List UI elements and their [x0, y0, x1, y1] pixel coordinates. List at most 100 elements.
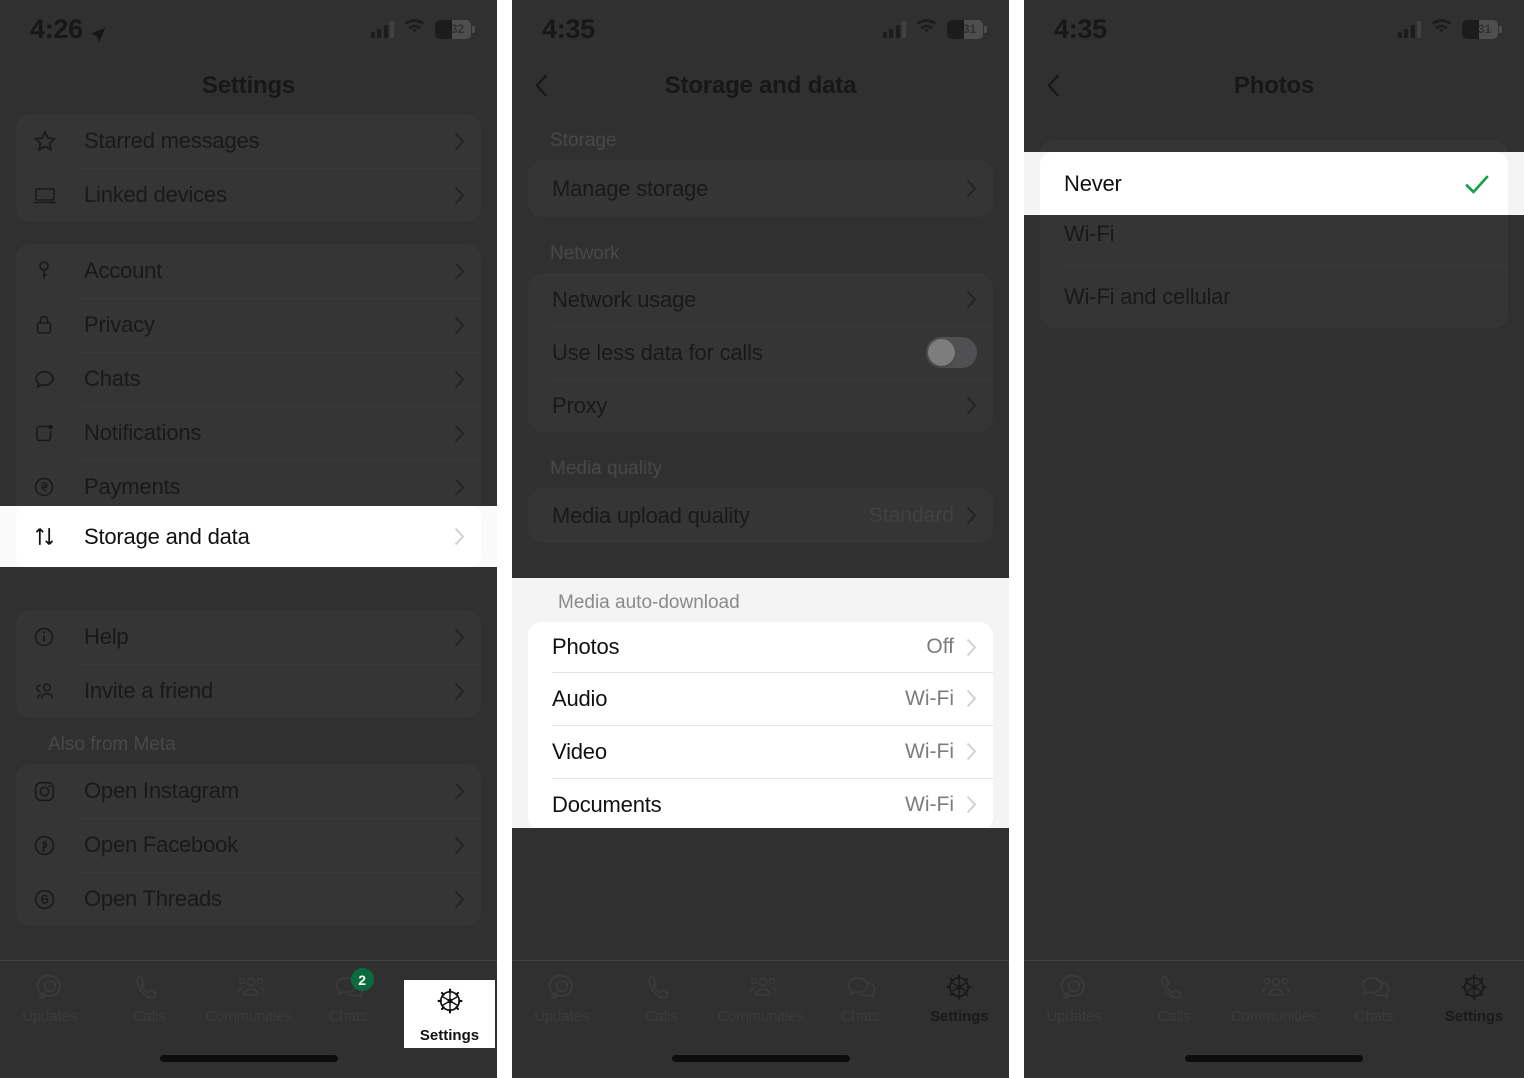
row-proxy[interactable]: Proxy: [528, 379, 993, 432]
highlight-media-auto-download: Media auto-download Photos Off Audio Wi-…: [512, 578, 1009, 828]
tab-settings[interactable]: Settings: [910, 971, 1009, 1025]
sidebar-item-help[interactable]: Help: [16, 610, 481, 664]
chats-icon: [843, 971, 877, 1003]
sidebar-item-starred-messages[interactable]: Starred messages: [16, 114, 481, 168]
row-manage-storage[interactable]: Manage storage: [528, 160, 993, 217]
group-header-network: Network: [550, 243, 620, 264]
tab-updates[interactable]: Updates: [0, 971, 99, 1025]
row-label: Photos: [552, 634, 620, 659]
chevron-right-icon: [966, 506, 977, 525]
rupee-icon: [32, 474, 70, 500]
tab-communities[interactable]: Communities: [1224, 971, 1324, 1025]
battery-percent: 31: [962, 22, 977, 36]
chevron-right-icon: [966, 396, 977, 415]
group-header-media-quality: Media quality: [550, 458, 662, 479]
sidebar-item-linked-devices[interactable]: Linked devices: [16, 168, 481, 222]
tab-communities[interactable]: Communities: [199, 971, 298, 1025]
row-network-usage[interactable]: Network usage: [528, 273, 993, 326]
storage-group: Manage storage: [528, 160, 993, 217]
chevron-right-icon: [966, 290, 977, 309]
row-label: Account: [84, 258, 163, 283]
sidebar-item-open-threads[interactable]: Open Threads: [16, 872, 481, 926]
tab-calls[interactable]: Calls: [1124, 971, 1224, 1025]
row-label: Proxy: [552, 392, 608, 418]
chevron-right-icon: [454, 782, 465, 801]
status-time: 4:26: [30, 13, 83, 44]
communities-icon: [1257, 971, 1291, 1003]
updates-icon: [33, 971, 67, 1003]
chevron-right-icon: [454, 478, 465, 497]
sidebar-item-account[interactable]: Account: [16, 244, 481, 298]
row-label: Open Facebook: [84, 832, 238, 857]
battery-percent: 31: [1477, 22, 1492, 36]
row-documents[interactable]: Documents Wi-Fi: [528, 778, 993, 828]
row-video[interactable]: Video Wi-Fi: [528, 725, 993, 778]
tab-chats[interactable]: Chats: [1324, 971, 1424, 1025]
settings-group-meta: Open Instagram Open Facebook Open Thread…: [16, 764, 481, 926]
sidebar-item-notifications[interactable]: Notifications: [16, 406, 481, 460]
row-label: Documents: [552, 791, 662, 817]
chevron-right-icon: [454, 262, 465, 281]
cellular-bars-icon: [882, 20, 906, 38]
nav-bar: Storage and data: [512, 58, 1009, 114]
tab-label: Chats: [840, 1008, 880, 1025]
key-icon: [32, 258, 70, 284]
cellular-bars-icon: [1397, 20, 1421, 38]
row-photos[interactable]: Photos Off: [528, 622, 993, 672]
status-time: 4:35: [542, 13, 595, 44]
info-icon: [32, 624, 70, 650]
sidebar-item-open-facebook[interactable]: Open Facebook: [16, 818, 481, 872]
photos-options-list[interactable]: Never Wi-Fi Wi-Fi and cellular: [1024, 114, 1524, 328]
three-panel-screenshot: 4:26 32 Settings Starred messages Linked…: [0, 0, 1524, 1078]
row-label: Privacy: [84, 312, 155, 337]
group-header-also-from-meta: Also from Meta: [48, 734, 176, 755]
sidebar-item-chats[interactable]: Chats: [16, 352, 481, 406]
tab-settings[interactable]: Settings: [1424, 971, 1524, 1025]
back-button[interactable]: [1046, 73, 1072, 99]
calls-icon: [644, 971, 678, 1003]
panel-settings: 4:26 32 Settings Starred messages Linked…: [0, 0, 497, 1078]
tab-calls[interactable]: Calls: [99, 971, 198, 1025]
row-label: Starred messages: [84, 128, 260, 153]
sidebar-item-storage-and-data[interactable]: Storage and data: [16, 506, 481, 567]
tab-label: Chats: [1354, 1008, 1394, 1025]
tab-label: Updates: [22, 1008, 78, 1025]
battery-icon: 32: [435, 19, 475, 39]
facebook-icon: [32, 832, 70, 858]
tab-label: Updates: [534, 1008, 590, 1025]
use-less-data-toggle[interactable]: [926, 337, 977, 368]
battery-icon: 31: [947, 19, 987, 39]
threads-icon: [32, 886, 70, 912]
row-label: Help: [84, 624, 129, 649]
row-label: Video: [552, 738, 607, 764]
wifi-icon: [403, 18, 426, 40]
tab-calls[interactable]: Calls: [611, 971, 710, 1025]
tab-label: Settings: [1444, 1008, 1504, 1025]
sidebar-item-privacy[interactable]: Privacy: [16, 298, 481, 352]
row-value: Off: [926, 635, 954, 658]
battery-percent: 32: [450, 22, 465, 36]
highlight-tab-settings[interactable]: Settings: [404, 980, 495, 1048]
back-button[interactable]: [534, 73, 560, 99]
tab-chats[interactable]: Chats: [810, 971, 909, 1025]
sidebar-item-invite-a-friend[interactable]: Invite a friend: [16, 664, 481, 718]
chevron-right-icon: [454, 628, 465, 647]
row-label: Linked devices: [84, 182, 227, 207]
tab-chats[interactable]: 2 Chats: [298, 968, 397, 1025]
tab-updates[interactable]: Updates: [512, 971, 611, 1025]
row-media-upload-quality[interactable]: Media upload quality Standard: [528, 488, 993, 543]
option-wifi-and-cellular[interactable]: Wi-Fi and cellular: [1040, 265, 1508, 328]
media-auto-download-card: Photos Off Audio Wi-Fi Video Wi-Fi Docum…: [528, 622, 993, 828]
settings-gear-icon: [942, 971, 976, 1003]
row-audio[interactable]: Audio Wi-Fi: [528, 672, 993, 725]
status-bar: 4:35 31: [1024, 0, 1524, 58]
row-use-less-data-for-calls[interactable]: Use less data for calls: [528, 326, 993, 379]
sidebar-item-open-instagram[interactable]: Open Instagram: [16, 764, 481, 818]
option-never[interactable]: Never: [1040, 152, 1508, 215]
tab-communities[interactable]: Communities: [711, 971, 810, 1025]
battery-icon: 31: [1462, 19, 1502, 39]
tab-updates[interactable]: Updates: [1024, 971, 1124, 1025]
status-clock: 4:35: [1054, 14, 1107, 45]
